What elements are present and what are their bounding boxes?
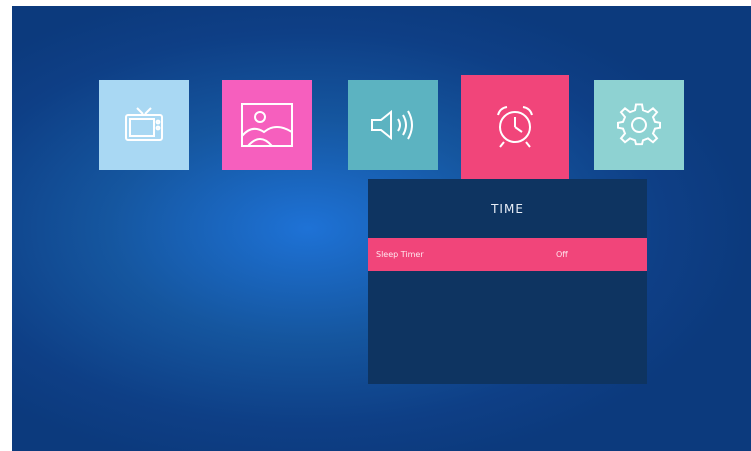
speaker-icon bbox=[371, 109, 413, 141]
gear-icon bbox=[617, 103, 661, 146]
alarm-clock-icon bbox=[497, 106, 533, 148]
picture-icon bbox=[241, 103, 293, 147]
sleep-timer-label: Sleep Timer bbox=[376, 250, 424, 259]
time-menu-panel: TIME Sleep Timer Off bbox=[368, 179, 647, 384]
sleep-timer-row[interactable]: Sleep Timer Off bbox=[368, 238, 647, 271]
tab-setup[interactable] bbox=[594, 80, 684, 170]
tv-screen: TIME Sleep Timer Off bbox=[12, 6, 751, 451]
tab-tv[interactable] bbox=[99, 80, 189, 170]
tv-icon bbox=[125, 107, 163, 141]
tab-picture[interactable] bbox=[222, 80, 312, 170]
panel-title: TIME bbox=[491, 202, 524, 216]
tab-time[interactable] bbox=[461, 75, 569, 179]
tab-sound[interactable] bbox=[348, 80, 438, 170]
sleep-timer-value: Off bbox=[556, 250, 568, 259]
